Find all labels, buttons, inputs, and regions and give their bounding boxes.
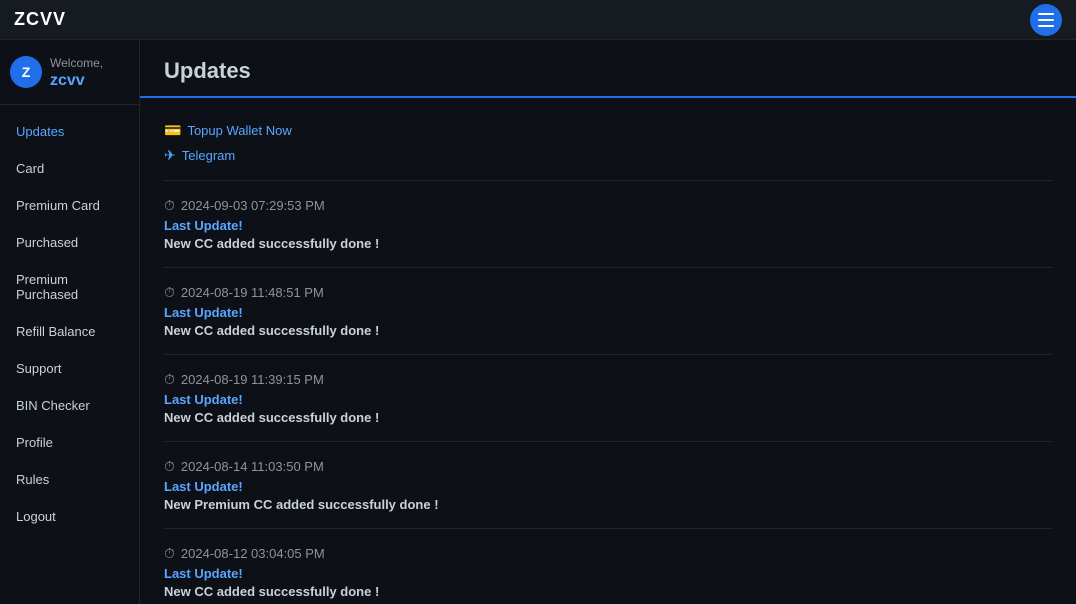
sidebar-item-purchased[interactable]: Purchased — [4, 225, 135, 260]
timestamp-text-4: 2024-08-12 03:04:05 PM — [181, 546, 325, 561]
update-entry-0: ⏱ 2024-09-03 07:29:53 PM Last Update! New C… — [164, 181, 1052, 268]
update-entry-2: ⏱ 2024-08-19 11:39:15 PM Last Update! New C… — [164, 355, 1052, 442]
update-message-1: New CC added successfully done ! — [164, 323, 1052, 338]
action-link-0[interactable]: 💳 Topup Wallet Now — [164, 122, 1052, 139]
update-message-2: New CC added successfully done ! — [164, 410, 1052, 425]
content-area: Updates 💳 Topup Wallet Now ✈ Telegram ⏱ 2024… — [140, 40, 1076, 604]
update-entry-1: ⏱ 2024-08-19 11:48:51 PM Last Update! New C… — [164, 268, 1052, 355]
hamburger-icon — [1038, 13, 1054, 27]
update-label-1: Last Update! — [164, 305, 1052, 320]
action-links: 💳 Topup Wallet Now ✈ Telegram — [164, 114, 1052, 181]
action-link-1[interactable]: ✈ Telegram — [164, 147, 1052, 164]
action-link-label-1: Telegram — [182, 148, 235, 163]
content-body: 💳 Topup Wallet Now ✈ Telegram ⏱ 2024-09-03 0… — [140, 98, 1076, 604]
navbar-brand: ZCVV — [14, 9, 66, 30]
content-header: Updates — [140, 40, 1076, 98]
timestamp-text-2: 2024-08-19 11:39:15 PM — [181, 372, 324, 387]
update-label-3: Last Update! — [164, 479, 1052, 494]
avatar: Z — [10, 56, 42, 88]
sidebar: Z Welcome, zcvv UpdatesCardPremium CardP… — [0, 40, 140, 604]
update-label-0: Last Update! — [164, 218, 1052, 233]
sidebar-item-support[interactable]: Support — [4, 351, 135, 386]
update-label-4: Last Update! — [164, 566, 1052, 581]
clock-icon: ⏱ — [164, 458, 175, 475]
update-message-0: New CC added successfully done ! — [164, 236, 1052, 251]
update-list: ⏱ 2024-09-03 07:29:53 PM Last Update! New C… — [164, 181, 1052, 604]
clock-icon: ⏱ — [164, 545, 175, 562]
update-label-2: Last Update! — [164, 392, 1052, 407]
update-message-4: New CC added successfully done ! — [164, 584, 1052, 599]
welcome-text: Welcome, — [50, 56, 103, 70]
action-link-label-0: Topup Wallet Now — [187, 123, 291, 138]
sidebar-item-card[interactable]: Card — [4, 151, 135, 186]
sidebar-item-updates[interactable]: Updates — [4, 114, 135, 149]
username: zcvv — [50, 72, 85, 89]
clock-icon: ⏱ — [164, 371, 175, 388]
timestamp-text-0: 2024-09-03 07:29:53 PM — [181, 198, 325, 213]
sidebar-item-bin-checker[interactable]: BIN Checker — [4, 388, 135, 423]
user-info: Welcome, zcvv — [50, 54, 129, 90]
update-timestamp-2: ⏱ 2024-08-19 11:39:15 PM — [164, 371, 1052, 388]
sidebar-item-profile[interactable]: Profile — [4, 425, 135, 460]
main-layout: Z Welcome, zcvv UpdatesCardPremium CardP… — [0, 40, 1076, 604]
clock-icon: ⏱ — [164, 284, 175, 301]
update-entry-4: ⏱ 2024-08-12 03:04:05 PM Last Update! New C… — [164, 529, 1052, 604]
update-timestamp-0: ⏱ 2024-09-03 07:29:53 PM — [164, 197, 1052, 214]
sidebar-item-premium-card[interactable]: Premium Card — [4, 188, 135, 223]
update-timestamp-1: ⏱ 2024-08-19 11:48:51 PM — [164, 284, 1052, 301]
sidebar-item-premium-purchased[interactable]: Premium Purchased — [4, 262, 135, 312]
update-entry-3: ⏱ 2024-08-14 11:03:50 PM Last Update! New P… — [164, 442, 1052, 529]
sidebar-item-refill-balance[interactable]: Refill Balance — [4, 314, 135, 349]
telegram-icon: ✈ — [164, 147, 176, 164]
update-message-3: New Premium CC added successfully done ! — [164, 497, 1052, 512]
update-timestamp-4: ⏱ 2024-08-12 03:04:05 PM — [164, 545, 1052, 562]
navbar: ZCVV — [0, 0, 1076, 40]
update-timestamp-3: ⏱ 2024-08-14 11:03:50 PM — [164, 458, 1052, 475]
wallet-icon: 💳 — [164, 122, 181, 139]
timestamp-text-3: 2024-08-14 11:03:50 PM — [181, 459, 324, 474]
sidebar-item-rules[interactable]: Rules — [4, 462, 135, 497]
page-title: Updates — [164, 58, 1052, 84]
sidebar-user: Z Welcome, zcvv — [0, 40, 139, 105]
timestamp-text-1: 2024-08-19 11:48:51 PM — [181, 285, 324, 300]
sidebar-item-logout[interactable]: Logout — [4, 499, 135, 534]
navbar-menu-button[interactable] — [1030, 4, 1062, 36]
clock-icon: ⏱ — [164, 197, 175, 214]
sidebar-nav: UpdatesCardPremium CardPurchasedPremium … — [0, 105, 139, 543]
